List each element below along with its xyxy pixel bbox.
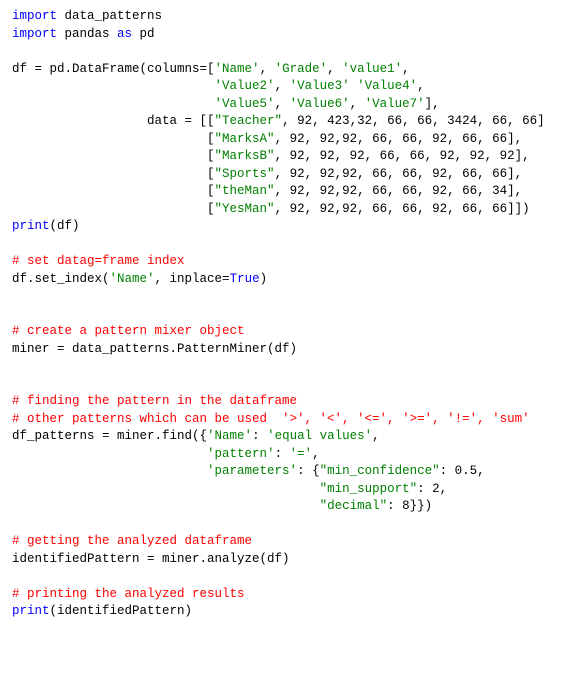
code-text: import data_patterns import pandas as pd…	[12, 9, 545, 618]
